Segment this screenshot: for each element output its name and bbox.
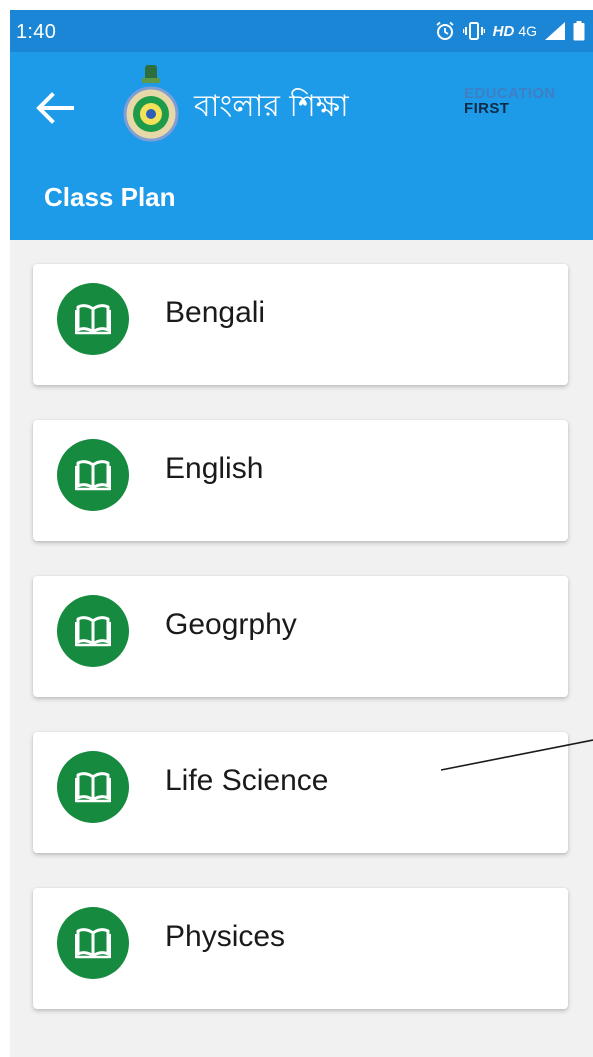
annotation-line (440, 739, 593, 771)
